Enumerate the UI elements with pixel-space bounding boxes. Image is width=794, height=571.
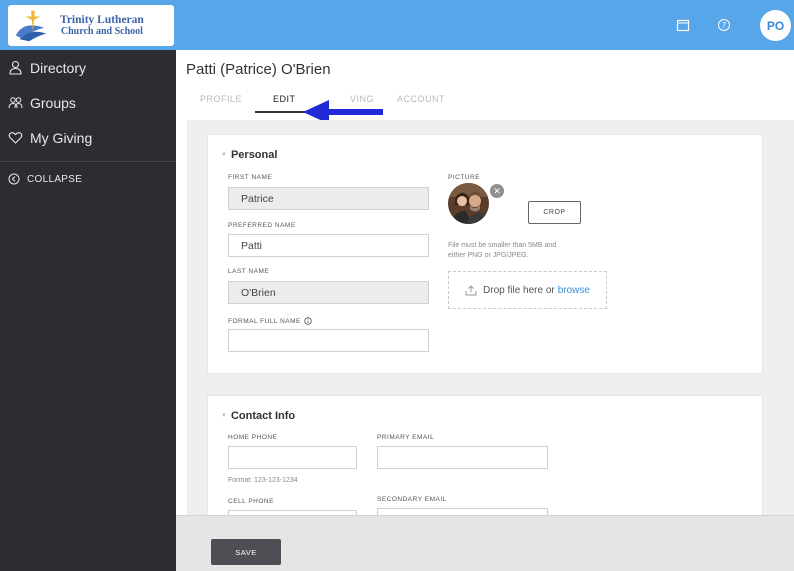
svg-text:?: ? — [722, 21, 726, 30]
top-bar: Trinity Lutheran Church and School ? PO — [0, 0, 794, 50]
cell-phone-label: CELL PHONE — [228, 498, 274, 505]
contact-info-section: ▼ Contact Info HOME PHONE Format: 123-12… — [207, 395, 763, 515]
primary-email-label: PRIMARY EMAIL — [377, 434, 435, 441]
info-icon[interactable] — [304, 317, 312, 325]
form-footer: SAVE — [176, 515, 794, 571]
personal-section-header[interactable]: ▼ Personal — [221, 149, 277, 161]
preferred-name-label: PREFERRED NAME — [228, 222, 296, 229]
sidebar-item-groups[interactable]: Groups — [0, 85, 176, 120]
calendar-icon[interactable] — [673, 15, 693, 35]
sidebar-divider — [0, 161, 176, 162]
collapse-label: COLLAPSE — [27, 173, 83, 185]
home-phone-label: HOME PHONE — [228, 434, 278, 441]
heart-icon — [8, 132, 23, 144]
contact-section-header[interactable]: ▼ Contact Info — [221, 410, 295, 422]
help-icon[interactable]: ? — [714, 15, 734, 35]
last-name-label: LAST NAME — [228, 268, 270, 275]
collapse-circle-icon — [8, 173, 20, 185]
form-scroll-area[interactable]: ▼ Personal FIRST NAME Patrice PREFERRED … — [187, 120, 794, 515]
personal-section: ▼ Personal FIRST NAME Patrice PREFERRED … — [207, 134, 763, 374]
crop-button[interactable]: CROP — [528, 201, 581, 224]
close-icon: ✕ — [493, 185, 501, 196]
collapse-button[interactable]: COLLAPSE — [0, 164, 176, 194]
people-icon — [8, 97, 23, 109]
tab-profile[interactable]: PROFILE — [200, 94, 242, 104]
browse-link[interactable]: browse — [558, 285, 590, 296]
sidebar-item-label: My Giving — [30, 129, 93, 146]
file-hint-line-2: either PNG or JPG/JPEG. — [448, 252, 529, 259]
profile-photo — [448, 183, 489, 224]
primary-email-field[interactable] — [377, 446, 548, 469]
secondary-email-label: SECONDARY EMAIL — [377, 496, 447, 503]
user-avatar[interactable]: PO — [760, 10, 791, 41]
sidebar-item-my-giving[interactable]: My Giving — [0, 120, 176, 155]
church-logo-icon — [15, 10, 47, 41]
secondary-email-field[interactable] — [377, 508, 548, 515]
file-drop-zone[interactable]: Drop file here or browse — [448, 271, 607, 309]
remove-photo-button[interactable]: ✕ — [490, 184, 504, 198]
formal-full-name-field[interactable] — [228, 329, 429, 352]
sidebar-item-label: Groups — [30, 94, 76, 111]
brand-line-2: Church and School — [60, 25, 143, 37]
section-title: Contact Info — [230, 410, 296, 422]
drop-text: Drop file here or — [483, 284, 555, 296]
main-content: Patti (Patrice) O'Brien PROFILE EDIT VIN… — [176, 50, 794, 571]
page-title: Patti (Patrice) O'Brien — [186, 61, 331, 78]
profile-photo-image — [448, 183, 489, 224]
tab-bar: PROFILE EDIT VING ACCOUNT — [176, 94, 794, 116]
save-button[interactable]: SAVE — [211, 539, 281, 565]
caret-down-icon: ▼ — [221, 152, 227, 158]
person-icon — [9, 60, 22, 75]
last-name-field: O'Brien — [228, 281, 429, 304]
brand-logo-link[interactable]: Trinity Lutheran Church and School — [8, 5, 174, 46]
section-title: Personal — [230, 149, 278, 161]
brand-name: Trinity Lutheran Church and School — [60, 14, 144, 38]
phone-format-hint: Format: 123-123-1234 — [228, 477, 298, 484]
tab-edit[interactable]: EDIT — [273, 94, 296, 104]
app-window: Trinity Lutheran Church and School ? PO … — [0, 0, 794, 571]
file-hint: File must be smaller than 5MB and either… — [448, 241, 556, 261]
formal-full-name-label: FORMAL FULL NAME — [228, 317, 312, 325]
sidebar-item-label: Directory — [30, 59, 87, 76]
preferred-name-field[interactable]: Patti — [228, 234, 429, 257]
upload-icon — [465, 285, 477, 296]
picture-label: PICTURE — [448, 174, 481, 181]
first-name-field: Patrice — [228, 187, 429, 210]
home-phone-field[interactable] — [228, 446, 357, 469]
formal-full-name-label-text: FORMAL FULL NAME — [228, 317, 301, 325]
sidebar: Directory Groups My Giving COLLAPSE — [0, 50, 176, 571]
brand-line-1: Trinity Lutheran — [60, 13, 144, 26]
caret-down-icon: ▼ — [221, 413, 227, 419]
first-name-label: FIRST NAME — [228, 174, 273, 181]
file-hint-line-1: File must be smaller than 5MB and — [448, 242, 557, 249]
tab-account[interactable]: ACCOUNT — [397, 94, 445, 104]
sidebar-item-directory[interactable]: Directory — [0, 50, 176, 85]
